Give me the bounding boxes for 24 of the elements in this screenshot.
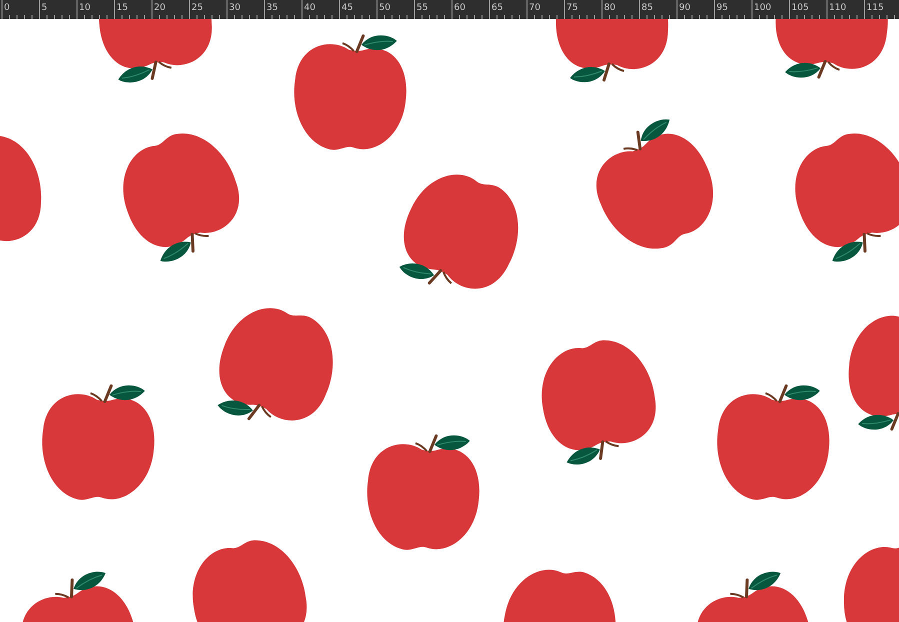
ruler-label: 0 — [4, 2, 10, 14]
ruler-label: 75 — [566, 2, 578, 14]
ruler-label: 85 — [642, 2, 653, 14]
ruler-label: 50 — [379, 2, 390, 14]
ruler-label: 90 — [679, 2, 690, 14]
ruler-label: 30 — [229, 2, 240, 14]
ruler-label: 10 — [79, 2, 90, 14]
ruler-label: 70 — [529, 2, 540, 14]
ruler-label: 60 — [454, 2, 466, 14]
ruler-label: 95 — [716, 2, 728, 14]
ruler-label: 110 — [829, 2, 846, 14]
ruler-label: 35 — [266, 2, 278, 14]
ruler-label: 80 — [604, 2, 616, 14]
ruler-label: 55 — [416, 2, 428, 14]
ruler-label: 25 — [192, 2, 203, 14]
ruler-label: 5 — [42, 2, 48, 14]
ruler-label: 40 — [304, 2, 316, 14]
ruler-label: 105 — [792, 2, 809, 14]
ruler-label: 45 — [342, 2, 353, 14]
ruler-label: 65 — [492, 2, 503, 14]
ruler-label: 20 — [154, 2, 166, 14]
ruler-label: 100 — [754, 2, 772, 14]
ruler-label: 15 — [116, 2, 128, 14]
ruler-label: 115 — [866, 2, 884, 14]
